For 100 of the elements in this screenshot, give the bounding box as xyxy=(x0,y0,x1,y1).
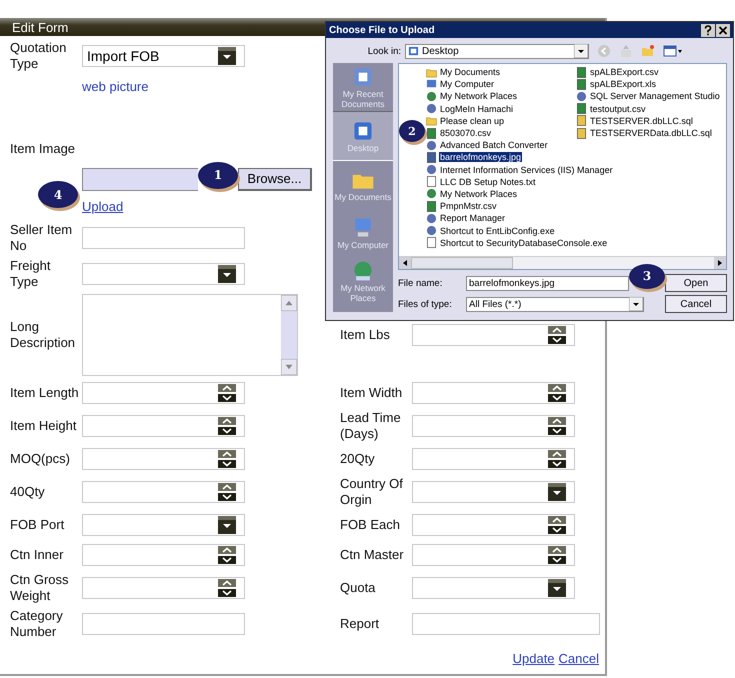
file-name: Shortcut to SecurityDatabaseConsole.exe xyxy=(439,238,608,248)
number-field[interactable] xyxy=(412,415,575,437)
file-item[interactable]: Shortcut to EntLibConfig.exe xyxy=(426,224,556,237)
file-name: PmpnMstr.csv xyxy=(439,201,498,212)
look-in-dropdown[interactable]: Desktop xyxy=(405,44,589,58)
scroll-up-icon[interactable] xyxy=(281,295,297,311)
new-folder-icon[interactable] xyxy=(641,44,655,58)
file-item[interactable]: SQL Server Management Studio xyxy=(576,90,721,103)
field-label: Item Lbs xyxy=(340,327,391,343)
file-name: TESTSERVERData.dbLLC.sql xyxy=(589,128,713,138)
dropdown-arrow-icon[interactable] xyxy=(629,297,643,311)
dropdown-field[interactable]: Import FOB xyxy=(82,45,245,67)
file-name: My Computer xyxy=(439,79,496,90)
field-label: FOB Each xyxy=(340,517,401,533)
file-item[interactable]: Advanced Batch Converter xyxy=(426,139,549,152)
places-label: My Computer xyxy=(337,240,388,250)
action-link[interactable]: Cancel xyxy=(558,651,599,666)
file-item[interactable]: 8503070.csv xyxy=(426,126,492,140)
file-item[interactable]: PmpnMstr.csv xyxy=(426,200,498,212)
number-field[interactable] xyxy=(82,481,245,503)
cancel-button[interactable]: Cancel xyxy=(665,295,727,313)
number-field[interactable] xyxy=(82,415,245,437)
spinner-arrows-icon[interactable] xyxy=(548,546,566,564)
spinner-arrows-icon[interactable] xyxy=(218,579,236,597)
field-label: Lead Time (Days) xyxy=(340,410,402,442)
number-field[interactable] xyxy=(82,544,245,566)
file-name: Shortcut to EntLibConfig.exe xyxy=(439,226,556,236)
file-name: testoutput.csv xyxy=(589,104,647,114)
file-item[interactable]: LLC DB Setup Notes.txt xyxy=(426,176,537,188)
horizontal-scrollbar[interactable] xyxy=(399,256,726,269)
field-label: Long Description xyxy=(10,319,76,351)
file-item[interactable]: My Network Places xyxy=(426,188,518,200)
file-item[interactable]: Internet Information Services (IIS) Manager xyxy=(426,164,614,176)
step-badge: 1 xyxy=(198,162,238,188)
views-menu-icon[interactable] xyxy=(663,44,683,58)
file-item[interactable]: spALBExport.csv xyxy=(576,66,660,78)
close-icon[interactable] xyxy=(716,24,730,36)
file-item[interactable]: Please clean up xyxy=(426,114,506,127)
step-badge: 4 xyxy=(38,181,78,208)
number-field[interactable] xyxy=(82,577,245,599)
text-field[interactable] xyxy=(82,613,245,635)
spinner-arrows-icon[interactable] xyxy=(548,516,566,534)
number-field[interactable] xyxy=(412,324,575,346)
field-label: Freight Type xyxy=(10,258,52,290)
dropdown-field[interactable] xyxy=(412,577,575,599)
dropdown-field[interactable] xyxy=(82,263,245,285)
file-path-field[interactable] xyxy=(82,168,198,190)
number-field[interactable] xyxy=(82,448,245,470)
file-item[interactable]: My Network Places xyxy=(426,90,518,103)
file-name-field[interactable]: barrelofmonkeys.jpg xyxy=(466,276,629,290)
field-label: Quotation Type xyxy=(10,40,68,72)
scroll-left-icon[interactable] xyxy=(399,257,411,269)
file-item[interactable]: My Documents xyxy=(426,66,502,78)
field-label: Country Of Orgin xyxy=(340,476,404,508)
places-label: My Network Places xyxy=(340,283,386,303)
scroll-right-icon[interactable] xyxy=(714,257,726,269)
help-icon[interactable] xyxy=(701,24,715,36)
spinner-arrows-icon[interactable] xyxy=(548,326,566,344)
number-field[interactable] xyxy=(412,448,575,470)
scroll-thumb[interactable] xyxy=(411,257,513,269)
spinner-arrows-icon[interactable] xyxy=(218,546,236,564)
number-field[interactable] xyxy=(82,382,245,404)
folder-file-icon xyxy=(426,115,437,126)
file-name: spALBExport.xls xyxy=(589,79,658,90)
file-item[interactable]: TESTSERVER.dbLLC.sql xyxy=(576,114,694,127)
file-item[interactable]: LogMeIn Hamachi xyxy=(426,102,514,115)
link[interactable]: web picture xyxy=(82,79,148,94)
file-item[interactable]: Shortcut to SecurityDatabaseConsole.exe xyxy=(426,236,608,249)
action-link[interactable]: Update xyxy=(512,651,555,666)
spinner-arrows-icon[interactable] xyxy=(548,417,566,435)
open-button[interactable]: Open xyxy=(665,274,727,292)
file-item[interactable]: barrelofmonkeys.jpg xyxy=(426,151,522,164)
file-item[interactable]: My Computer xyxy=(426,78,496,90)
file-type-dropdown[interactable]: All Files (*.*) xyxy=(466,296,644,312)
file-item[interactable]: Report Manager xyxy=(426,212,506,224)
link[interactable]: Upload xyxy=(82,199,124,214)
file-name: Report Manager xyxy=(439,213,506,224)
scroll-down-icon[interactable] xyxy=(281,359,297,375)
browse-button[interactable]: Browse... xyxy=(238,168,312,190)
field-label: Category Number xyxy=(10,608,64,640)
description-field[interactable] xyxy=(82,294,298,376)
file-item[interactable]: TESTSERVERData.dbLLC.sql xyxy=(576,126,713,140)
spinner-arrows-icon[interactable] xyxy=(218,384,236,402)
spinner-arrows-icon[interactable] xyxy=(218,450,236,468)
dropdown-arrow-icon[interactable] xyxy=(574,44,588,58)
spinner-arrows-icon[interactable] xyxy=(548,384,566,402)
number-field[interactable] xyxy=(412,544,575,566)
places-label: Desktop xyxy=(347,143,379,153)
file-item[interactable]: spALBExport.xls xyxy=(576,78,658,90)
dropdown-field[interactable] xyxy=(412,481,575,503)
number-field[interactable] xyxy=(412,514,575,536)
text-field[interactable] xyxy=(412,613,600,635)
spinner-arrows-icon[interactable] xyxy=(548,450,566,468)
file-item[interactable]: testoutput.csv xyxy=(576,102,647,115)
spinner-arrows-icon[interactable] xyxy=(218,417,236,435)
field-label: Seller Item No xyxy=(10,222,74,254)
spinner-arrows-icon[interactable] xyxy=(218,483,236,501)
dropdown-field[interactable] xyxy=(82,514,245,536)
number-field[interactable] xyxy=(412,382,575,404)
text-field[interactable] xyxy=(82,227,245,249)
